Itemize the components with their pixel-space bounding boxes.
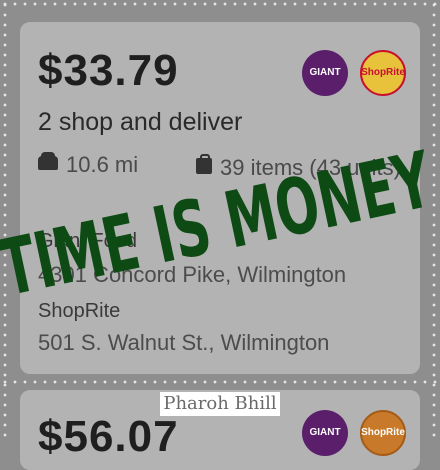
giant-store-logo: GIANT <box>302 410 348 456</box>
dotted-border-bottom <box>0 380 440 384</box>
offer-price: $56.07 <box>38 412 179 461</box>
store-address: 501 S. Walnut St., Wilmington <box>38 330 330 355</box>
distance-info: 10.6 mi <box>38 152 138 178</box>
store-address: 4301 Concord Pike, Wilmington <box>38 262 347 287</box>
shoprite-store-logo: ShopRite <box>360 50 406 96</box>
batch-offer-card[interactable]: $33.79 GIANT ShopRite 2 shop and deliver… <box>20 22 420 374</box>
store-name: Giant Food <box>38 230 137 252</box>
items-value: 39 items (43 units) <box>220 155 401 180</box>
car-icon <box>38 152 58 170</box>
dotted-border-left <box>3 0 7 440</box>
shopping-bag-icon <box>196 154 212 174</box>
dotted-border-right <box>432 0 436 440</box>
dotted-border-top <box>0 2 440 6</box>
distance-value: 10.6 mi <box>66 152 139 177</box>
offer-price: $33.79 <box>38 46 179 95</box>
items-info: 39 items (43 units) <box>196 152 406 184</box>
store-name: ShopRite <box>38 300 121 322</box>
offer-type: 2 shop and deliver <box>38 108 243 136</box>
shoprite-store-logo: ShopRite <box>360 410 406 456</box>
watermark: Pharoh Bhill <box>160 392 280 416</box>
giant-store-logo: GIANT <box>302 50 348 96</box>
